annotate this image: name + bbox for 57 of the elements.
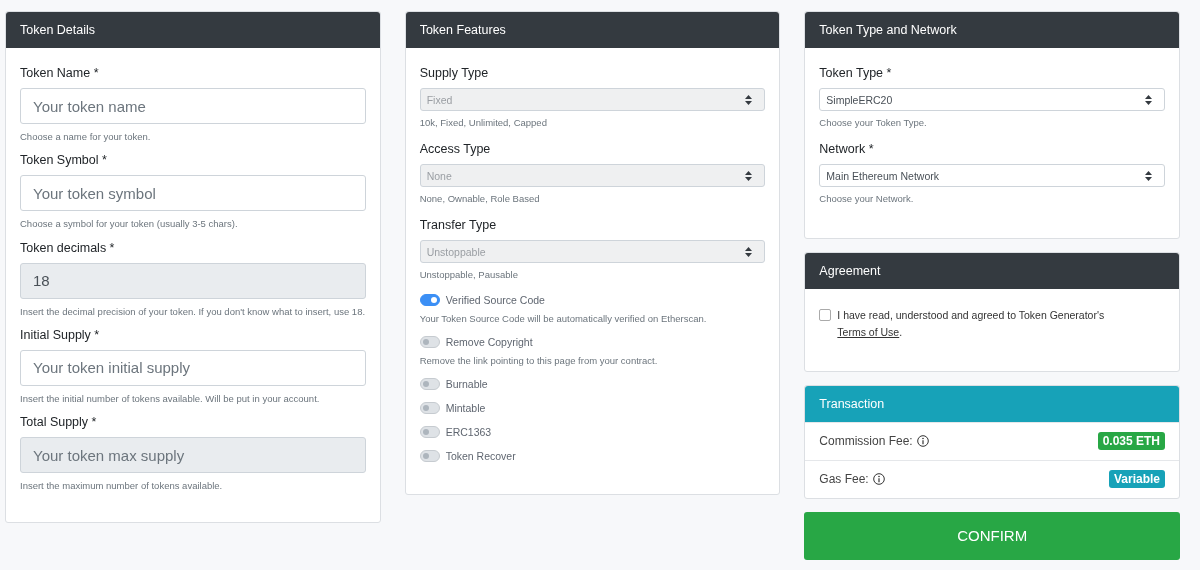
field-label: Access Type [419, 142, 492, 156]
fee-badge: Variable [1109, 470, 1165, 489]
info-icon [916, 435, 929, 448]
fee-label: Gas Fee: [819, 472, 869, 487]
toggle-label: Token Recover [445, 450, 516, 462]
input-field[interactable]: Your token name [20, 88, 366, 124]
card-title: Transaction [819, 396, 885, 411]
toggle-switch[interactable] [419, 426, 440, 438]
sort-arrows-icon [745, 94, 753, 105]
field-label: Transfer Type [419, 218, 498, 232]
toggle-label: Burnable [445, 378, 488, 390]
help-text: Choose a symbol for your token (usually 3-5 chars). [20, 217, 239, 231]
field-label: Supply Type [419, 66, 490, 80]
help-text: Insert the decimal precision of your token. If you don't know what to insert, use 18. [20, 304, 366, 318]
input-field[interactable]: Your token symbol [20, 175, 366, 212]
help-text: Unstoppable, Pausable [419, 269, 519, 280]
info-icon [872, 473, 885, 486]
checkbox[interactable] [819, 309, 832, 321]
help-text: Insert the maximum number of tokens available. [20, 479, 224, 493]
toggle-label: ERC1363 [445, 426, 492, 438]
fee-label: Commission Fee: [819, 434, 913, 449]
field-label: Token Name * [20, 66, 100, 80]
toggle-label: Mintable [445, 402, 486, 414]
card-title: Token Details [20, 23, 96, 37]
sort-arrows-icon [745, 246, 753, 257]
select-field[interactable]: SimpleERC20 [819, 88, 1165, 111]
help-text: Insert the initial number of tokens available. Will be put in your account. [20, 391, 321, 406]
help-text: Choose your Network. [819, 193, 915, 204]
toggle-switch[interactable] [419, 450, 440, 462]
sort-arrows-icon [1145, 170, 1152, 181]
sort-arrows-icon [1145, 94, 1152, 105]
field-label: Token decimals * [20, 240, 116, 255]
toggle-label: Remove Copyright [445, 336, 533, 348]
help-text: 10k, Fixed, Unlimited, Capped [419, 117, 548, 128]
field-label: Network * [819, 142, 875, 156]
field-label: Initial Supply * [20, 327, 101, 342]
toggle-switch[interactable] [419, 294, 440, 306]
fee-badge: 0.035 ETH [1097, 432, 1165, 451]
card-title: Token Type and Network [819, 23, 957, 37]
sort-arrows-icon [745, 170, 753, 181]
help-text: Your Token Source Code will be automatically verified on Etherscan. [419, 313, 708, 324]
field-label: Total Supply * [20, 415, 98, 430]
input-field[interactable]: Your token initial supply [20, 349, 366, 386]
select-field[interactable]: Main Ethereum Network [819, 164, 1165, 187]
help-text: Choose a name for your token. [20, 130, 152, 144]
toggle-switch[interactable] [419, 378, 440, 390]
help-text: Remove the link pointing to this page from your contract. [419, 355, 659, 366]
toggle-label: Verified Source Code [445, 294, 545, 306]
help-text: Choose your Token Type. [819, 117, 928, 128]
help-text: None, Ownable, Role Based [419, 193, 541, 204]
card-title: Token Features [419, 23, 506, 37]
toggle-switch[interactable] [419, 402, 440, 414]
agreement-text: I have read, understood and agreed to Token Generator's Terms of Use. [837, 308, 1106, 340]
field-label: Token Type * [819, 66, 893, 80]
toggle-switch[interactable] [419, 336, 440, 348]
card-title: Agreement [819, 264, 881, 278]
field-label: Token Symbol * [20, 153, 108, 168]
